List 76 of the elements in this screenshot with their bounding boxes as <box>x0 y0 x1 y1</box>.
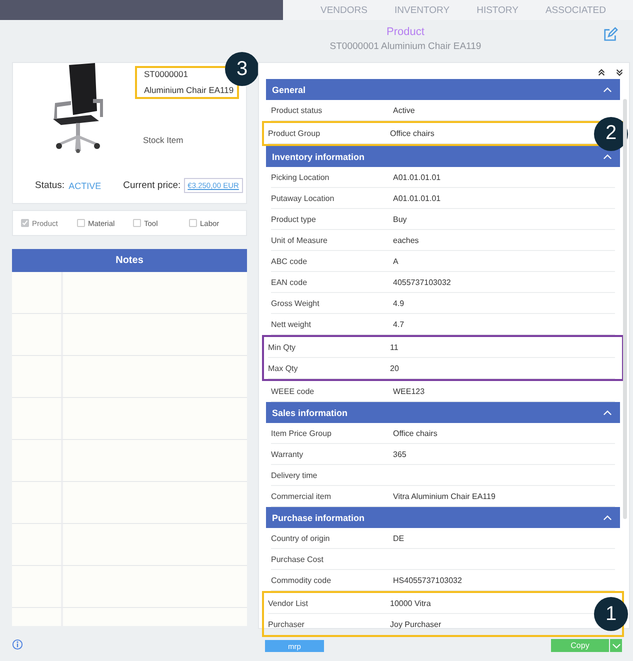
field-label: Min Qty <box>268 342 297 352</box>
field-label: Delivery time <box>271 470 318 480</box>
field-value: A01.01.01.01 <box>393 172 441 182</box>
field-label: ABC code <box>271 256 308 266</box>
nav-tab[interactable]: INVENTORY <box>394 4 450 16</box>
field-label: Country of origin <box>271 534 331 542</box>
edit-icon[interactable] <box>603 27 618 42</box>
field-value: 20 <box>390 364 399 372</box>
price-label: Current price: <box>123 180 181 191</box>
field-value: Buy <box>393 214 407 224</box>
nav-tab[interactable]: VENDORS <box>320 4 368 16</box>
field-label: Max Qty <box>268 364 299 372</box>
field-label: Purchase Cost <box>271 554 324 564</box>
notes-header: Notes <box>12 249 247 272</box>
field-label: Unit of Measure <box>271 236 328 244</box>
collapse-all-icon[interactable] <box>597 68 606 77</box>
field-label: Item Price Group <box>271 428 332 438</box>
field-label: Product Group <box>268 128 322 138</box>
section-header[interactable]: Sales information <box>266 402 620 423</box>
field-value: Office chairs <box>393 428 438 438</box>
field-label: Vendor List <box>268 598 310 608</box>
field-value: Joy Purchaser <box>390 620 442 628</box>
field-label: Product type <box>271 214 317 224</box>
product-name: Aluminium Chair EA119 <box>144 85 235 95</box>
field-value: eaches <box>393 236 419 244</box>
field-value: 4055737103032 <box>393 278 451 286</box>
field-value: Vitra Aluminium Chair EA119 <box>393 492 496 500</box>
field-value: Office chairs <box>390 128 434 138</box>
chevron-icon[interactable] <box>603 514 612 520</box>
field-value: 11 <box>390 342 398 352</box>
field-value: WEE123 <box>393 386 425 396</box>
nav-tab[interactable]: HISTORY <box>476 4 518 16</box>
checkbox[interactable] <box>189 219 197 227</box>
chevron-icon[interactable] <box>603 86 612 92</box>
field-label: Nett weight <box>271 320 312 328</box>
field-label: WEEE code <box>271 386 316 396</box>
caret-icon <box>612 642 620 648</box>
info-icon[interactable] <box>12 638 23 650</box>
field-label: EAN code <box>271 278 308 286</box>
status-label: Status: <box>35 180 65 191</box>
field-label: Purchaser <box>268 620 306 628</box>
field-value: 4.9 <box>393 298 404 308</box>
section-header[interactable]: Purchase information <box>266 507 620 528</box>
status-value: ACTIVE <box>68 180 102 190</box>
field-value: A01.01.01.01 <box>393 194 441 202</box>
field-value: DE <box>393 534 404 542</box>
callout-number: 1 <box>594 597 628 631</box>
scrollbar-thumb[interactable] <box>623 99 627 519</box>
dropdown-button[interactable] <box>610 639 622 652</box>
field-label: Product status <box>271 106 324 114</box>
page-subtitle: ST0000001 Aluminium Chair EA119 <box>330 41 482 52</box>
field-label: Gross Weight <box>271 298 320 308</box>
field-value: Active <box>393 106 415 114</box>
chevron-icon[interactable] <box>603 410 612 416</box>
chevron-icon[interactable] <box>603 154 612 160</box>
nav-tab[interactable]: ASSOCIATED <box>545 4 606 16</box>
field-value: A <box>393 256 398 266</box>
field-label: Commodity code <box>271 576 332 584</box>
checkbox[interactable] <box>77 219 85 227</box>
field-label: Picking Location <box>271 172 330 182</box>
stock-type: Stock Item <box>143 135 184 145</box>
field-label: Warranty <box>271 450 304 458</box>
page-title: Product <box>386 26 424 38</box>
section-header[interactable]: General <box>266 79 620 100</box>
checkbox[interactable] <box>133 219 141 227</box>
field-value: 4.7 <box>393 320 404 328</box>
field-value: HS4055737103032 <box>393 576 462 584</box>
expand-all-icon[interactable] <box>615 68 624 77</box>
section-header[interactable]: Inventory information <box>266 146 620 167</box>
field-value: 365 <box>393 450 406 458</box>
field-value: 10000 Vitra <box>390 598 431 608</box>
copy-button[interactable]: Copy <box>551 639 609 652</box>
callout-number: 3 <box>225 52 259 86</box>
field-label: Putaway Location <box>271 194 336 202</box>
product-code: ST0000001 <box>144 69 189 79</box>
field-label: Commercial item <box>271 492 332 500</box>
